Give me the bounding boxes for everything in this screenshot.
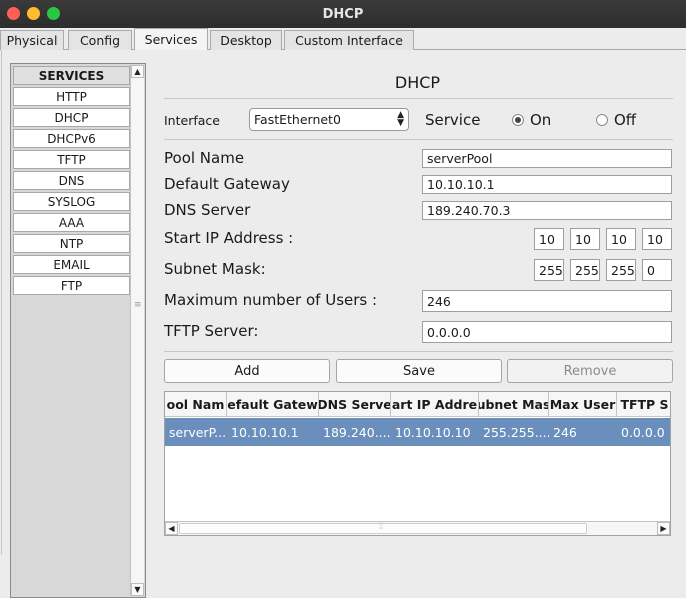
divider — [164, 139, 673, 140]
service-item-ntp[interactable]: NTP — [13, 234, 130, 253]
tab-config[interactable]: Config — [68, 30, 132, 50]
subnet-mask-octet-4[interactable]: 0 — [642, 259, 672, 281]
table-header: ool Nam efault Gatew DNS Serve art IP Ad… — [165, 392, 670, 417]
subnet-mask-octet-2[interactable]: 255 — [570, 259, 600, 281]
cell-subnet-mask: 255.255.... — [483, 424, 549, 440]
cell-default-gateway: 10.10.10.1 — [231, 424, 299, 440]
minimize-window-button[interactable] — [27, 7, 40, 20]
table-horizontal-scrollbar[interactable]: ◀ ⦙⦙ ▶ — [165, 521, 670, 535]
start-ip-octet-2[interactable]: 10 — [570, 228, 600, 250]
tab-desktop[interactable]: Desktop — [210, 30, 282, 50]
default-gateway-label: Default Gateway — [164, 175, 290, 193]
service-item-syslog[interactable]: SYSLOG — [13, 192, 130, 211]
scroll-grip-icon: ≡ — [134, 300, 142, 310]
remove-button[interactable]: Remove — [507, 359, 673, 383]
pool-name-field[interactable]: serverPool — [422, 149, 672, 168]
start-ip-octet-4[interactable]: 10 — [642, 228, 672, 250]
column-header-max-users[interactable]: Max User — [549, 392, 617, 417]
tab-services[interactable]: Services — [134, 28, 208, 51]
dns-server-label: DNS Server — [164, 201, 251, 219]
title-bar: DHCP — [0, 0, 686, 28]
save-button[interactable]: Save — [336, 359, 502, 383]
services-scrollbar[interactable]: ▲ ≡ ▼ — [130, 65, 144, 596]
cell-dns-server: 189.240.... — [323, 424, 391, 440]
add-button[interactable]: Add — [164, 359, 330, 383]
tftp-server-field[interactable]: 0.0.0.0 — [422, 321, 672, 343]
cell-tftp-server: 0.0.0.0 — [621, 424, 665, 440]
scroll-right-icon[interactable]: ▶ — [657, 522, 670, 535]
column-header-tftp-server[interactable]: TFTP S — [617, 392, 670, 417]
service-item-tftp[interactable]: TFTP — [13, 150, 130, 169]
scroll-up-icon[interactable]: ▲ — [131, 65, 144, 78]
column-header-subnet-mask[interactable]: ubnet Mas — [479, 392, 549, 417]
max-users-label: Maximum number of Users : — [164, 291, 378, 309]
window-controls — [7, 7, 60, 20]
column-header-start-ip[interactable]: art IP Addre — [391, 392, 479, 417]
services-content: SERVICES HTTP DHCP DHCPv6 TFTP DNS SYSLO… — [1, 50, 686, 598]
start-ip-octet-3[interactable]: 10 — [606, 228, 636, 250]
tftp-server-label: TFTP Server: — [164, 322, 259, 340]
dns-server-field[interactable]: 189.240.70.3 — [422, 201, 672, 220]
window-title: DHCP — [322, 6, 364, 22]
service-item-dns[interactable]: DNS — [13, 171, 130, 190]
services-header: SERVICES — [13, 66, 130, 85]
service-item-dhcp[interactable]: DHCP — [13, 108, 130, 127]
subnet-mask-octet-1[interactable]: 255 — [534, 259, 564, 281]
subnet-mask-label: Subnet Mask: — [164, 260, 266, 278]
service-on-label: On — [530, 111, 552, 129]
subnet-mask-octet-3[interactable]: 255 — [606, 259, 636, 281]
table-row[interactable]: serverP... 10.10.10.1 189.240.... 10.10.… — [165, 418, 670, 446]
divider — [164, 351, 673, 352]
column-header-default-gateway[interactable]: efault Gatew — [227, 392, 319, 417]
tab-custom-interface[interactable]: Custom Interface — [284, 30, 414, 50]
column-header-pool-name[interactable]: ool Nam — [165, 392, 227, 417]
pool-table: ool Nam efault Gatew DNS Serve art IP Ad… — [164, 391, 671, 536]
cell-max-users: 246 — [553, 424, 577, 440]
maximize-window-button[interactable] — [47, 7, 60, 20]
scroll-down-icon[interactable]: ▼ — [131, 583, 144, 596]
interface-label: Interface — [164, 113, 220, 128]
service-item-ftp[interactable]: FTP — [13, 276, 130, 295]
service-on-radio[interactable] — [512, 114, 524, 126]
divider — [164, 98, 673, 99]
service-off-label: Off — [614, 111, 637, 129]
pool-name-label: Pool Name — [164, 149, 245, 167]
scroll-grip-icon: ⦙⦙ — [379, 522, 384, 532]
scroll-left-icon[interactable]: ◀ — [165, 522, 178, 535]
service-off-radio[interactable] — [596, 114, 608, 126]
tab-physical[interactable]: Physical — [0, 30, 64, 50]
service-item-http[interactable]: HTTP — [13, 87, 130, 106]
default-gateway-field[interactable]: 10.10.10.1 — [422, 175, 672, 194]
services-list: SERVICES HTTP DHCP DHCPv6 TFTP DNS SYSLO… — [10, 63, 146, 598]
cell-start-ip: 10.10.10.10 — [395, 424, 471, 440]
select-chevron-icon: ▲ ▼ — [397, 110, 404, 128]
column-header-dns-server[interactable]: DNS Serve — [319, 392, 391, 417]
service-item-dhcpv6[interactable]: DHCPv6 — [13, 129, 130, 148]
interface-select[interactable]: FastEthernet0 ▲ ▼ — [249, 108, 409, 131]
cell-pool-name: serverP... — [169, 424, 227, 440]
start-ip-octet-1[interactable]: 10 — [534, 228, 564, 250]
service-item-email[interactable]: EMAIL — [13, 255, 130, 274]
page-title: DHCP — [394, 73, 441, 92]
start-ip-label: Start IP Address : — [164, 229, 294, 247]
service-label: Service — [425, 111, 481, 129]
service-item-aaa[interactable]: AAA — [13, 213, 130, 232]
dhcp-panel: DHCP Interface FastEthernet0 ▲ ▼ Service … — [162, 50, 677, 555]
interface-select-value: FastEthernet0 — [254, 112, 341, 127]
close-window-button[interactable] — [7, 7, 20, 20]
tab-bar: Physical Config Services Desktop Custom … — [0, 28, 686, 51]
max-users-field[interactable]: 246 — [422, 290, 672, 312]
